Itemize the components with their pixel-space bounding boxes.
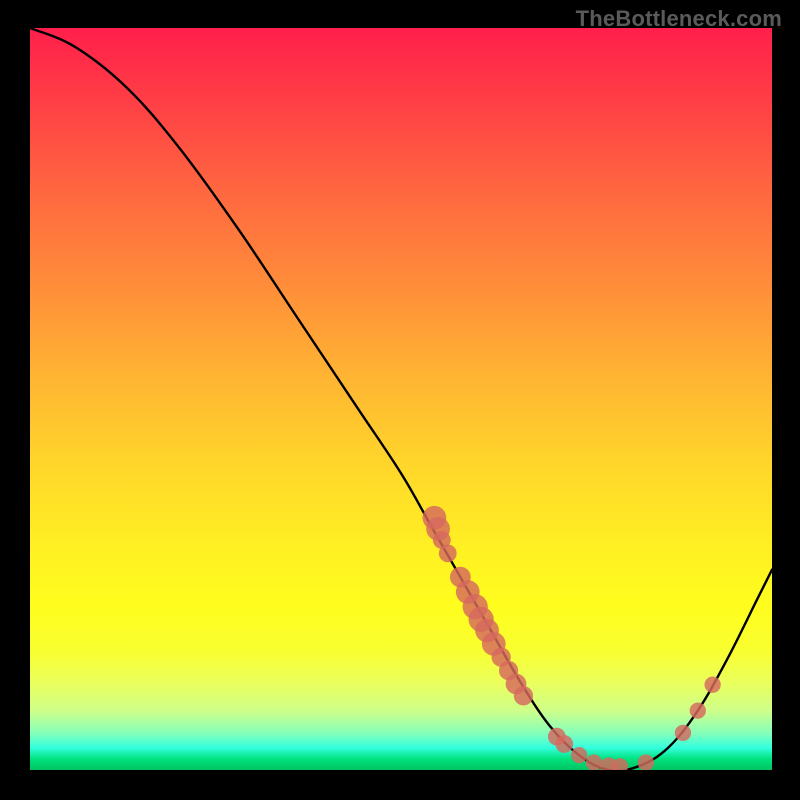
data-point [675,725,691,741]
data-point [571,747,587,763]
data-point [690,702,706,718]
data-point [514,686,533,705]
gradient-plot-area [30,28,772,770]
data-points [423,506,721,770]
data-point [638,754,654,770]
data-point [586,754,602,770]
data-point [704,677,720,693]
data-point [439,544,457,562]
curve-chart [30,28,772,770]
bottleneck-curve [30,28,772,770]
data-point [555,735,573,753]
chart-frame: TheBottleneck.com [0,0,800,800]
